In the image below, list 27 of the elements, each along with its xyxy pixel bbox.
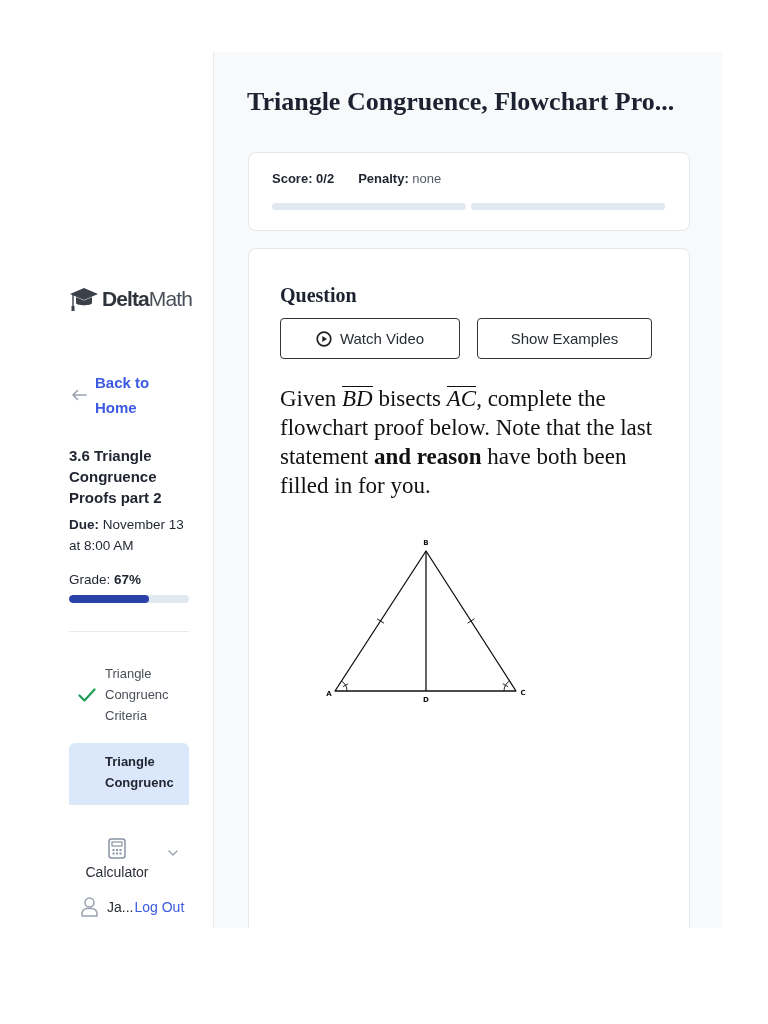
graduation-cap-icon	[69, 286, 99, 312]
calculator-icon	[108, 838, 126, 859]
angle-mark-icon	[502, 680, 510, 692]
question-heading: Question	[280, 283, 358, 307]
chevron-down-icon[interactable]	[168, 850, 178, 856]
problem-text: Given BD bisects AC, complete the flowchart proof below. Note that the last statement and reason have both been filled in for you.	[280, 385, 654, 500]
show-examples-button[interactable]: Show Examples	[477, 318, 652, 359]
assignment-title: 3.6 Triangle Congruence Proofs part 2	[69, 446, 163, 508]
play-circle-icon	[315, 330, 332, 347]
grade-text: Grade: 67%	[69, 571, 143, 589]
arrow-left-icon	[71, 389, 87, 401]
assignment-item[interactable]: Triangle Congruenc Criteria	[69, 655, 189, 734]
calculator-button[interactable]: Calculator	[69, 838, 165, 880]
logout-link[interactable]: Log Out	[134, 899, 185, 915]
angle-mark-icon	[341, 680, 349, 692]
user-icon	[81, 897, 98, 917]
tick-mark-icon	[467, 618, 475, 624]
tick-mark-icon	[376, 618, 385, 624]
watch-video-button[interactable]: Watch Video	[280, 318, 460, 359]
back-link[interactable]: Back to Home	[69, 370, 155, 420]
logo-text: DeltaMath	[102, 287, 192, 311]
due-date-text: Due: November 13 at 8:00 AM	[69, 516, 185, 555]
penalty-text: Penalty: none	[358, 170, 442, 188]
score-text: Score: 0/2	[272, 170, 335, 188]
user-name: Ja...	[107, 899, 134, 915]
page-title: Triangle Congruence, Flowchart Pro...	[247, 86, 676, 118]
assignment-item[interactable]: Triangle Congruenc	[69, 743, 189, 804]
